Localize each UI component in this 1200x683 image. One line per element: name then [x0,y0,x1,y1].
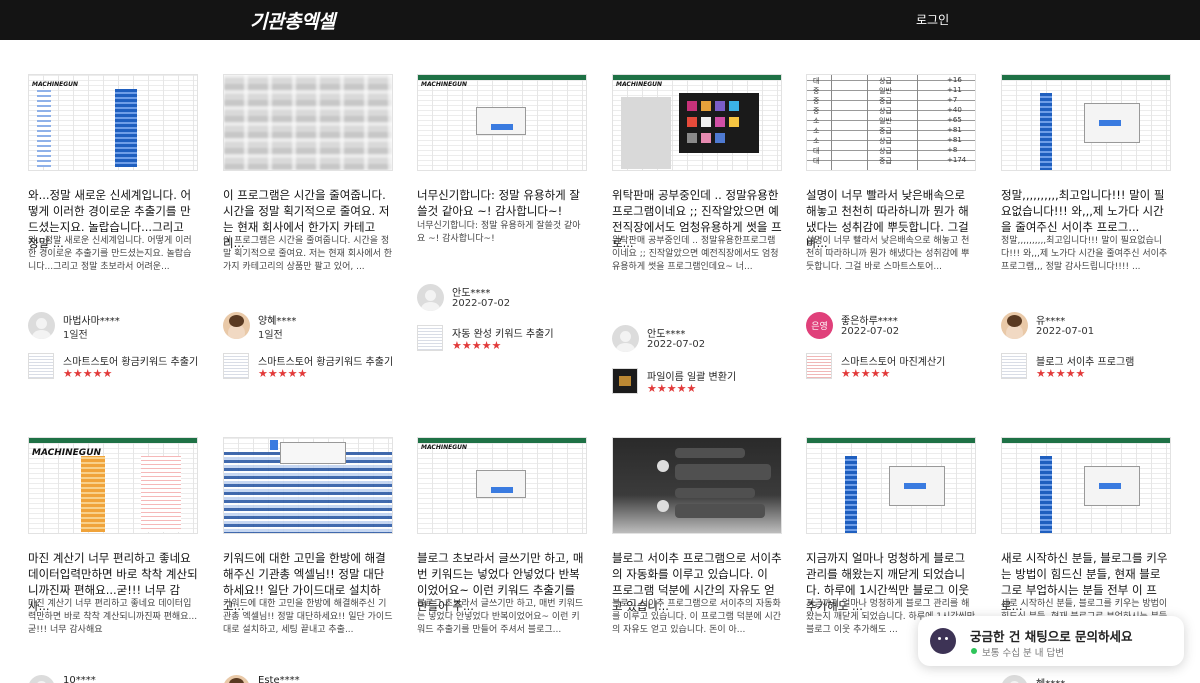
author-name: 양혜**** [258,316,297,327]
review-body: 정말,,,,,,,,,,최고입니다!!! 말이 필요없습니다!!! 와,,,제 … [1001,236,1168,272]
review-thumbnail[interactable] [223,74,393,171]
product-name: 파일이름 일괄 변환기 [647,372,737,383]
review-author: 안도**** 2022-07-02 [612,325,782,355]
review-thumbnail[interactable]: MACHINEGUN [28,74,198,171]
review-thumbnail[interactable]: MACHINEGUN [612,74,782,171]
product-thumbnail [28,353,54,379]
star-rating: ★★★★★ [63,367,113,380]
review-body: 이 프로그램은 시간을 줄여줍니다. 시간을 정말 획기적으로 줄여요. 저는 … [223,236,393,272]
author-name: 유**** [1036,316,1066,327]
product-name: 자동 완성 키워드 추출기 [452,329,554,340]
product-name: 스마트스토어 마진계산기 [841,357,946,368]
star-rating: ★★★★★ [258,367,308,380]
review-body: 블로그 서이추 프로그램으로 서이추의 자동화를 이루고 있습니다. 이 프로그… [612,599,782,635]
product-link[interactable]: 블로그 서이추 프로그램 ★★★★★ [1001,353,1171,383]
site-logo[interactable]: 기관총엑셀 [250,7,335,34]
machinegun-logo: MACHINEGUN [421,81,468,88]
avatar [612,325,639,352]
author-name: Este**** [258,675,300,683]
product-name: 블로그 서이추 프로그램 [1036,357,1135,368]
machinegun-logo: MACHINEGUN [421,444,468,451]
product-link[interactable]: 파일이름 일괄 변환기 ★★★★★ [612,368,782,398]
product-link[interactable]: 스마트스토어 황금키워드 추출기 ★★★★★ [223,353,393,383]
avatar [223,312,250,339]
review-body: 설명이 너무 빨라서 낮은배속으로 해놓고 천천히 따라하니까 뭔가 해냈다는 … [806,236,970,272]
review-thumbnail[interactable]: MACHINEGUN [28,437,198,534]
product-name: 스마트스토어 황금키워드 추출기 [63,357,199,368]
dialog-window [476,107,526,135]
author-name: 안도**** [452,288,491,299]
avatar [417,284,444,311]
review-date: 2022-07-02 [452,298,511,309]
review-author: 은영 좋은하루**** 2022-07-02 [806,312,976,342]
dark-preview-panel [679,93,759,153]
login-link[interactable]: 로그인 [916,11,949,28]
dialog-window [889,466,945,506]
chat-widget-title: 궁금한 건 채팅으로 문의하세요 [970,629,1133,644]
review-date: 2022-07-02 [647,339,706,350]
product-thumbnail [1001,353,1027,379]
avatar [28,675,55,683]
review-date: 2022-07-01 [1036,326,1095,337]
top-nav: 기관총엑셀 로그인 [0,0,1200,40]
product-thumbnail [223,353,249,379]
avatar [1001,675,1028,683]
author-name: 마법사마**** [63,316,120,327]
author-name: 안도**** [647,329,686,340]
product-link[interactable]: 자동 완성 키워드 추출기 ★★★★★ [417,325,587,355]
product-thumbnail [806,353,832,379]
product-thumbnail [417,325,443,351]
review-thumbnail[interactable] [612,437,782,534]
product-name: 스마트스토어 황금키워드 추출기 [258,357,394,368]
review-author: 양혜**** 1일전 [223,312,393,342]
review-author: 안도**** 2022-07-02 [417,284,587,314]
star-rating: ★★★★★ [452,339,502,352]
product-link[interactable]: 스마트스토어 마진계산기 ★★★★★ [806,353,976,383]
review-author: 유**** 2022-07-01 [1001,312,1171,342]
chat-widget-subtitle: 보통 수십 분 내 답변 [982,648,1064,659]
review-body: 마진 계산기 너무 편리하고 좋네요 데이터입력만하면 바로 착착 계산되니까진… [28,599,198,635]
review-body: 너무신기합니다: 정말 유용하게 잘쓸것 같아요 ~! 감사합니다~! [417,221,581,244]
chat-widget[interactable]: 궁금한 건 채팅으로 문의하세요 보통 수십 분 내 답변 [918,616,1184,666]
author-name: 10**** [63,675,96,683]
review-body: 위탁판매 공부중인데 .. 정말유용한프로그램이네요 ;; 진작알았으면 예전직… [612,236,779,272]
review-body: 키워드에 대한 고민을 한방에 해결해주신 기관총 엑셀님!! 정말 대단하세요… [223,599,393,635]
review-thumbnail[interactable] [1001,74,1171,171]
dialog-window [476,470,526,498]
dialog-window [1084,466,1140,506]
review-thumbnail[interactable] [806,437,976,534]
review-author: 마법사마**** 1일전 [28,312,198,342]
review-date: 1일전 [258,330,283,341]
star-rating: ★★★★★ [841,367,891,380]
chat-bubble-icon [930,628,956,654]
machinegun-logo: MACHINEGUN [616,81,663,88]
review-thumbnail[interactable]: MACHINEGUN [417,437,587,534]
review-date: 2022-07-02 [841,326,900,337]
avatar [28,312,55,339]
review-body: 블로그 초보라서 글쓰기만 하고, 매번 키워드는 넣었다 안넣었다 반복이었어… [417,599,584,635]
avatar: 은영 [806,312,833,339]
author-name: 혜**** [1036,675,1065,683]
review-thumbnail[interactable]: MACHINEGUN [417,74,587,171]
dialog-window [1084,103,1140,143]
review-body: 와...정말 새로운 신세계입니다. 어떻게 이러한 경이로운 추출기를 만드셨… [28,236,192,272]
author-name: 좋은하루**** [841,316,898,327]
online-status-dot [971,648,977,654]
review-author: 10**** [28,675,198,683]
product-thumbnail [612,368,638,394]
product-link[interactable]: 스마트스토어 황금키워드 추출기 ★★★★★ [28,353,198,383]
review-thumbnail[interactable] [223,437,393,534]
review-author: 혜**** [1001,675,1171,683]
avatar [1001,312,1028,339]
review-date: 1일전 [63,330,88,341]
review-thumbnail[interactable] [1001,437,1171,534]
review-author: Este**** [223,675,393,683]
star-rating: ★★★★★ [647,382,697,395]
avatar [223,675,250,683]
review-thumbnail[interactable]: 대 상급 +16 중 일반 +11 중 중급 +7 중 상급 +40 소 일반 +65 소 중급 +81… [806,74,976,171]
machinegun-logo: MACHINEGUN [32,81,79,88]
star-rating: ★★★★★ [1036,367,1086,380]
